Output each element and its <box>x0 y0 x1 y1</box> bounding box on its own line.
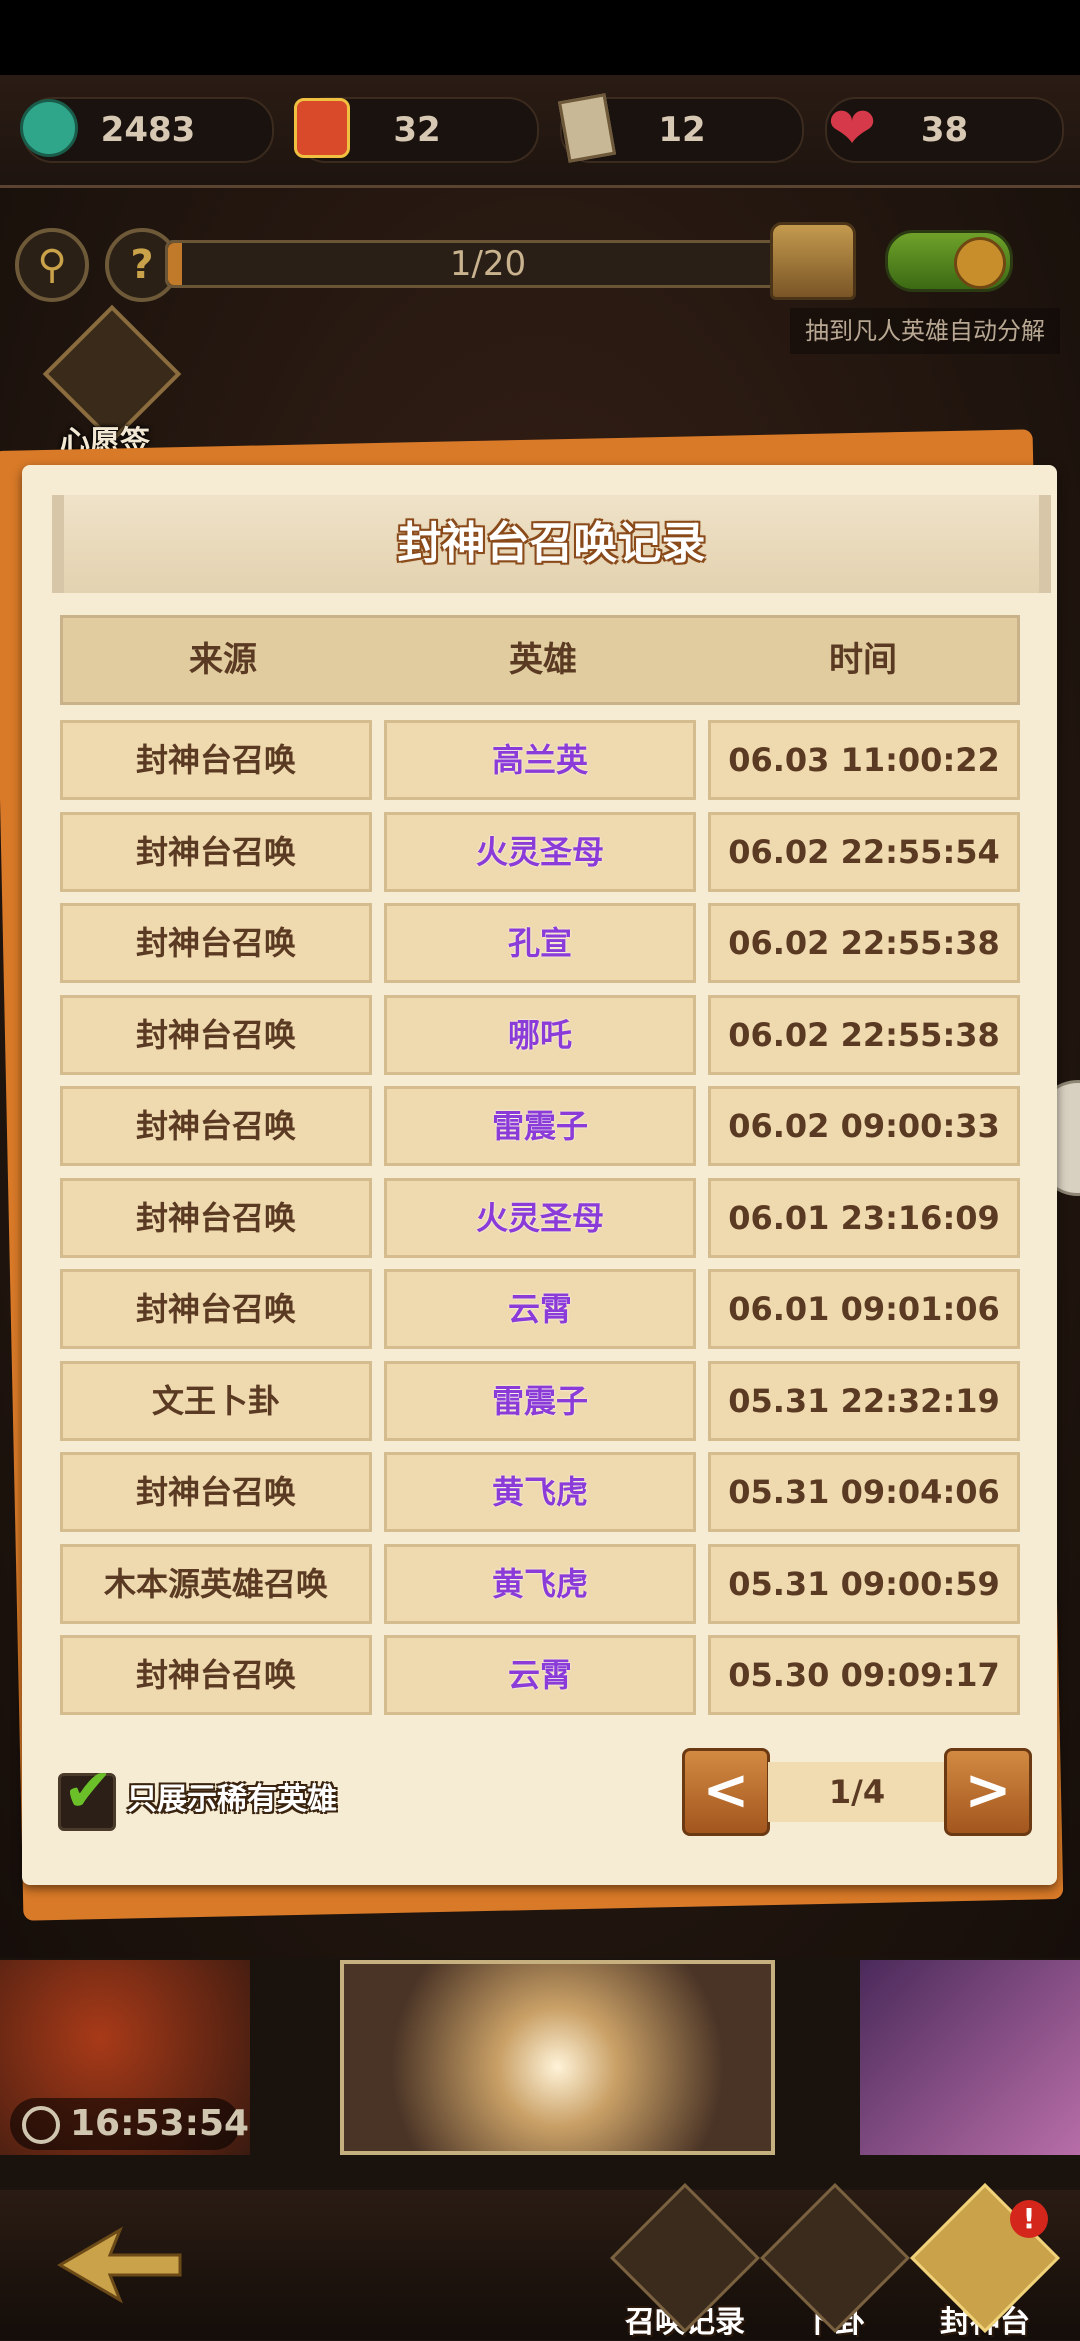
row-hero: 高兰英 <box>384 720 696 800</box>
row-source: 封神台召唤 <box>60 811 372 892</box>
row-hero: 黄飞虎 <box>384 1543 696 1624</box>
header-hero: 英雄 <box>509 640 577 680</box>
table-row: 封神台召唤 火灵圣母 06.02 22:55:54 <box>60 811 1020 892</box>
table-row: 木本源英雄召唤 黄飞虎 05.31 09:00:59 <box>60 1543 1020 1624</box>
checkmark-icon: ✔ <box>63 1756 114 1826</box>
search-button[interactable]: ⚲ <box>15 228 89 302</box>
row-time: 05.31 22:32:19 <box>708 1360 1020 1441</box>
table-row: 封神台召唤 雷震子 06.02 09:00:33 <box>60 1086 1020 1166</box>
row-source: 封神台召唤 <box>60 1452 372 1532</box>
resource-scroll-value: 12 <box>658 110 706 150</box>
progress-label: 1/20 <box>449 244 527 284</box>
row-source: 封神台召唤 <box>60 994 372 1075</box>
table-row: 文王卜卦 雷震子 05.31 22:32:19 <box>60 1360 1020 1441</box>
auto-decompose-label: 抽到凡人英雄自动分解 <box>790 308 1060 354</box>
row-source: 文王卜卦 <box>60 1360 372 1441</box>
resource-hero-summon[interactable]: 32 <box>294 97 539 163</box>
row-source: 封神台召唤 <box>60 720 372 800</box>
row-source: 木本源英雄召唤 <box>60 1543 372 1624</box>
row-hero: 雷震子 <box>384 1086 696 1166</box>
prev-page-button[interactable]: < <box>682 1748 770 1836</box>
table-row: 封神台召唤 云霄 05.30 09:09:17 <box>60 1635 1020 1715</box>
header-time: 时间 <box>829 640 897 680</box>
notification-badge: ! <box>1010 2200 1048 2238</box>
resource-jade[interactable]: 2483 <box>20 97 274 163</box>
row-hero: 云霄 <box>384 1635 696 1715</box>
resource-heart[interactable]: ❤ 38 <box>825 97 1064 163</box>
resource-heart-value: 38 <box>920 110 969 150</box>
back-button[interactable] <box>40 2215 190 2315</box>
row-hero: 云霄 <box>384 1269 696 1349</box>
summon-card-hero[interactable] <box>860 1960 1080 2155</box>
table-row: 封神台召唤 火灵圣母 06.01 23:16:09 <box>60 1177 1020 1258</box>
modal-title-banner: 封神台召唤记录 <box>52 495 1051 593</box>
clock-icon <box>22 2106 60 2144</box>
row-time: 06.01 09:01:06 <box>708 1269 1020 1349</box>
row-time: 06.02 22:55:38 <box>708 994 1020 1075</box>
back-arrow-icon <box>57 2226 182 2304</box>
summon-progress-bar: 1/20 <box>165 240 811 288</box>
row-time: 05.31 09:04:06 <box>708 1452 1020 1532</box>
row-hero: 孔宣 <box>384 903 696 983</box>
only-rare-label: 只展示稀有英雄 <box>127 1782 337 1817</box>
row-source: 封神台召唤 <box>60 903 372 983</box>
resource-jade-value: 2483 <box>100 110 196 150</box>
countdown-timer: 16:53:54 <box>10 2098 249 2150</box>
table-row: 封神台召唤 哪吒 06.02 22:55:38 <box>60 994 1020 1075</box>
table-row: 封神台召唤 孔宣 06.02 22:55:38 <box>60 903 1020 983</box>
row-source: 封神台召唤 <box>60 1177 372 1258</box>
status-bar <box>0 0 1080 75</box>
toggle-knob <box>954 237 1006 289</box>
row-time: 06.01 23:16:09 <box>708 1177 1020 1258</box>
table-row: 封神台召唤 云霄 06.01 09:01:06 <box>60 1269 1020 1349</box>
question-icon: ? <box>130 242 154 288</box>
pagination: < 1/4 > <box>682 1748 1032 1838</box>
row-time: 05.30 09:09:17 <box>708 1635 1020 1715</box>
search-icon: ⚲ <box>37 242 67 288</box>
row-time: 06.02 09:00:33 <box>708 1086 1020 1166</box>
nav-summon-record[interactable]: 召唤记录 <box>610 2183 760 2340</box>
row-time: 06.02 22:55:38 <box>708 903 1020 983</box>
summon-record-modal: 封神台召唤记录 来源 英雄 时间 封神台召唤 高兰英 06.03 11:00:22 封… <box>22 465 1057 1885</box>
row-hero: 黄飞虎 <box>384 1452 696 1532</box>
countdown-value: 16:53:54 <box>70 2103 250 2144</box>
wish-tag-button[interactable]: 心愿签 <box>35 304 182 460</box>
resource-bar: 2483 32 12 ❤ 38 <box>0 75 1080 188</box>
summon-card-center[interactable] <box>340 1960 775 2155</box>
header-source: 来源 <box>189 640 257 680</box>
row-source: 封神台召唤 <box>60 1269 372 1349</box>
auto-decompose-toggle[interactable] <box>885 230 1013 292</box>
page-indicator: 1/4 <box>768 1762 946 1822</box>
next-page-button[interactable]: > <box>944 1748 1032 1836</box>
table-row: 封神台召唤 高兰英 06.03 11:00:22 <box>60 720 1020 800</box>
row-hero: 火灵圣母 <box>384 811 696 892</box>
row-hero: 哪吒 <box>384 994 696 1075</box>
table-header: 来源 英雄 时间 <box>60 615 1020 705</box>
nav-divination[interactable]: 卜卦 <box>760 2183 910 2340</box>
only-rare-checkbox[interactable]: ✔ <box>58 1756 116 1831</box>
row-time: 05.31 09:00:59 <box>708 1543 1020 1624</box>
row-source: 封神台召唤 <box>60 1635 372 1715</box>
row-time: 06.02 22:55:54 <box>708 811 1020 892</box>
row-hero: 雷震子 <box>384 1360 696 1441</box>
treasure-chest-icon[interactable] <box>770 222 856 300</box>
row-hero: 火灵圣母 <box>384 1177 696 1258</box>
row-time: 06.03 11:00:22 <box>708 720 1020 800</box>
row-source: 封神台召唤 <box>60 1086 372 1166</box>
table-row: 封神台召唤 黄飞虎 05.31 09:04:06 <box>60 1452 1020 1532</box>
resource-scroll[interactable]: 12 <box>557 93 804 163</box>
modal-title: 封神台召唤记录 <box>397 518 706 569</box>
resource-hero-summon-value: 32 <box>393 110 441 150</box>
